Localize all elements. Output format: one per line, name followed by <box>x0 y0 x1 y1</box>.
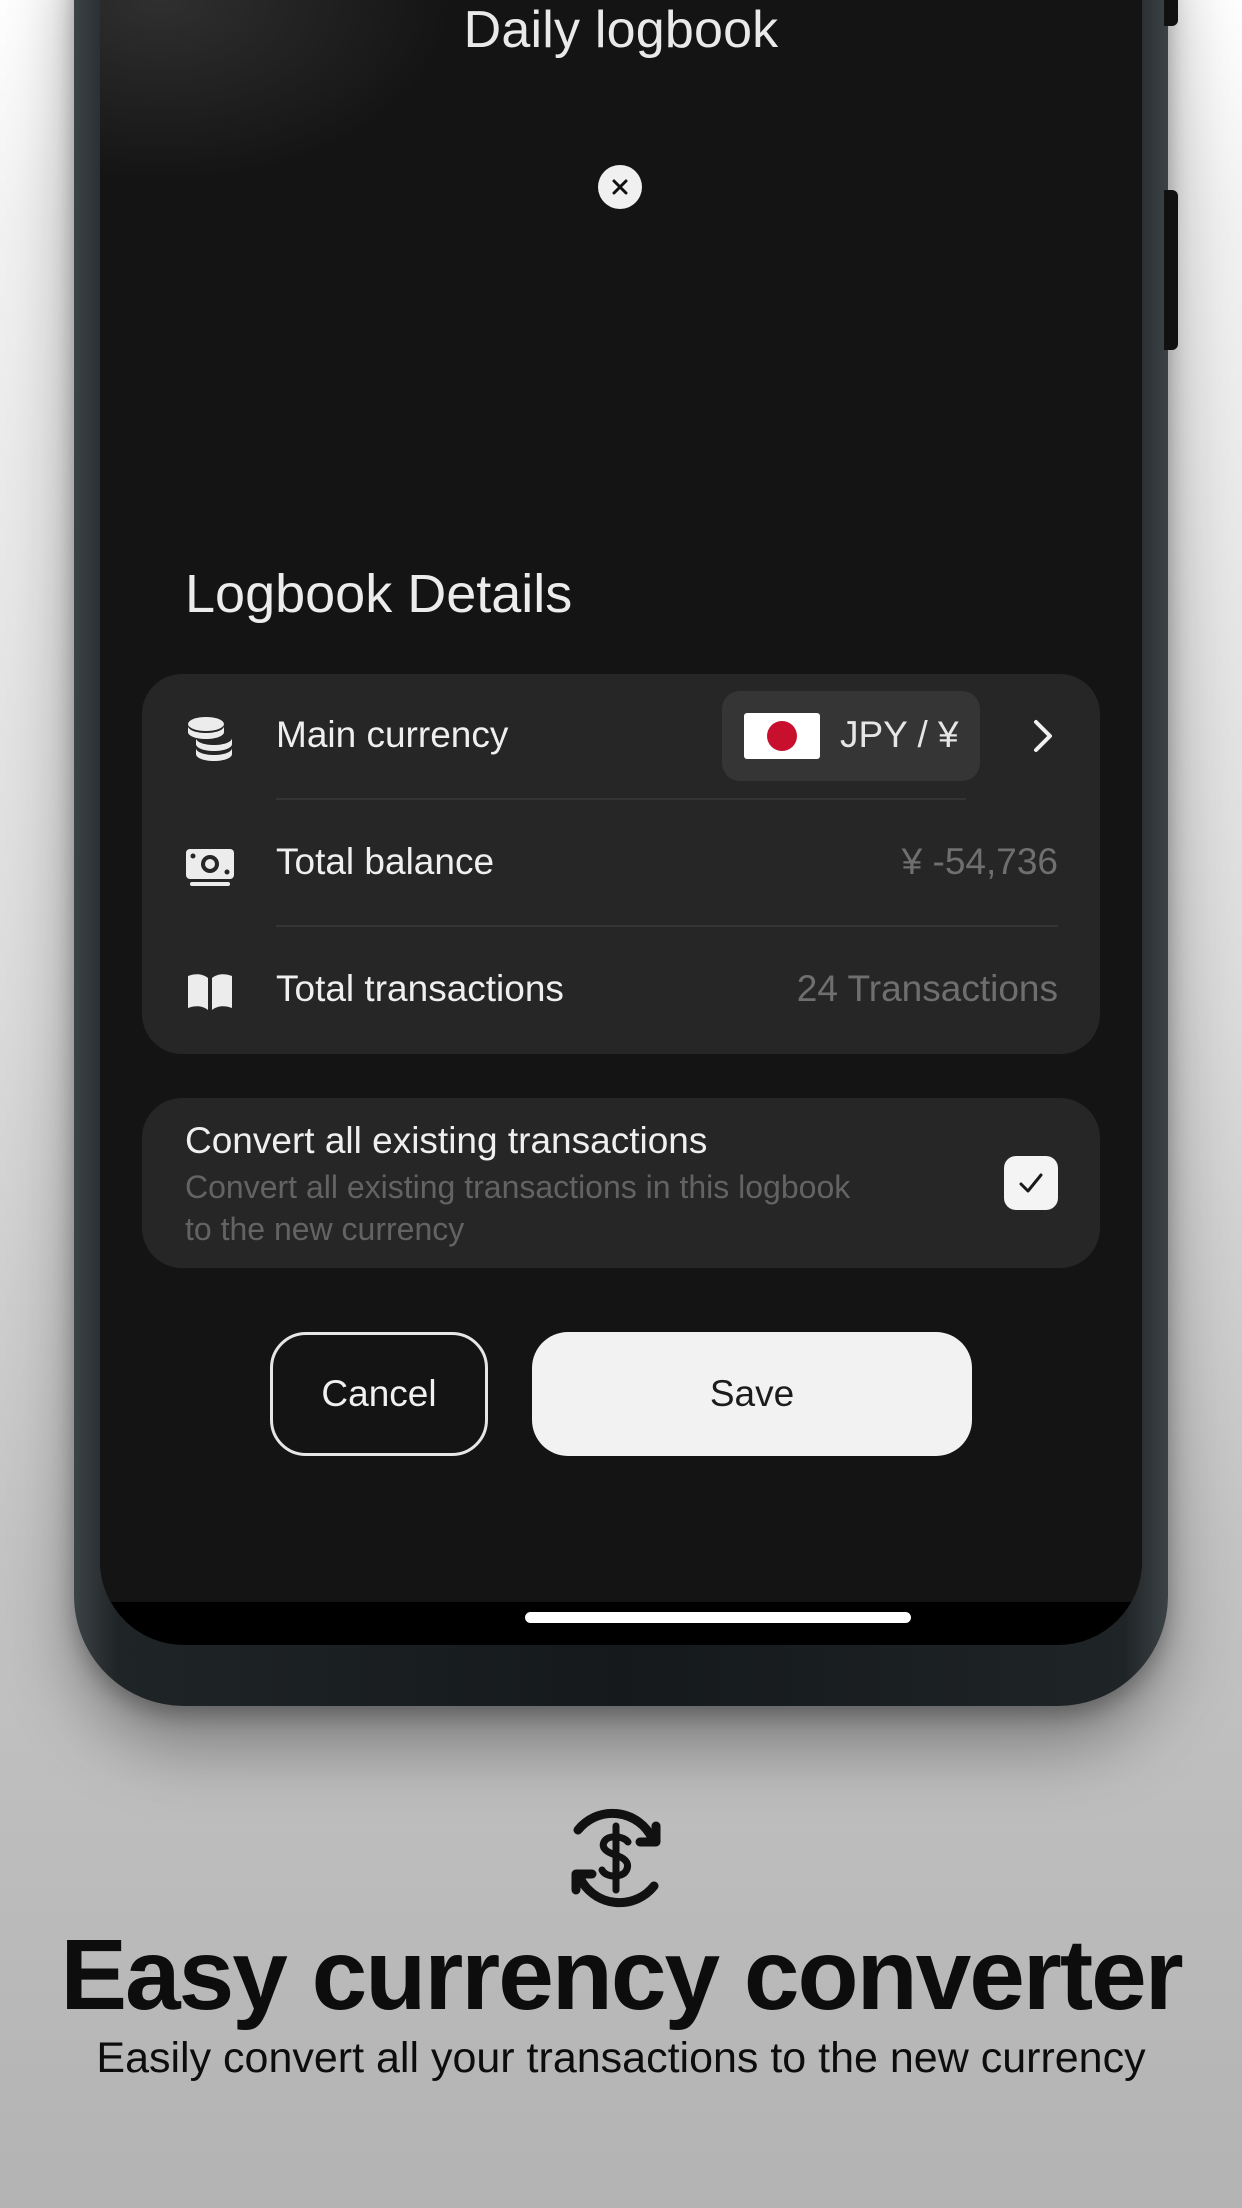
main-currency-row[interactable]: Main currency JPY / ¥ <box>142 674 1100 800</box>
currency-code: JPY / ¥ <box>840 714 959 755</box>
divider <box>276 925 1058 927</box>
promo-subtitle: Easily convert all your transactions to … <box>96 2034 1146 2082</box>
phone-screen: Daily logbook Logbook Details Main curre… <box>100 0 1142 1645</box>
convert-description: Convert all existing transactions in thi… <box>185 1169 851 1247</box>
book-icon <box>188 974 232 1010</box>
phone-side-button <box>1164 0 1178 26</box>
home-indicator <box>525 1612 911 1623</box>
logbook-details-card: Main currency JPY / ¥ Total balance ¥ -5… <box>142 674 1100 1054</box>
promo-headline: Easy currency converter <box>60 1919 1183 2031</box>
sheet-title: Daily logbook <box>463 1 779 59</box>
section-title: Logbook Details <box>185 564 573 624</box>
total-transactions-label: Total transactions <box>276 968 564 1009</box>
convert-transactions-card[interactable]: Convert all existing transactions Conver… <box>142 1098 1100 1268</box>
main-currency-label: Main currency <box>276 714 509 755</box>
close-icon <box>612 179 628 195</box>
coins-icon <box>188 717 232 761</box>
sheet-content: Daily logbook Logbook Details Main curre… <box>100 0 1142 1602</box>
japan-flag-icon <box>744 713 820 759</box>
phone-volume-button <box>1164 190 1178 350</box>
cancel-button[interactable]: Cancel <box>270 1332 488 1456</box>
total-balance-row: Total balance ¥ -54,736 <box>142 801 1100 927</box>
currency-selector[interactable]: JPY / ¥ <box>722 691 980 781</box>
total-transactions-row: Total transactions 24 Transactions <box>142 928 1100 1054</box>
total-transactions-value: 24 Transactions <box>796 968 1058 1009</box>
banknote-icon <box>186 849 234 886</box>
convert-title: Convert all existing transactions <box>185 1120 708 1161</box>
total-balance-value: ¥ -54,736 <box>901 841 1058 882</box>
total-balance-label: Total balance <box>276 841 495 882</box>
currency-exchange-icon <box>571 1808 661 1908</box>
close-button[interactable] <box>598 165 642 209</box>
chevron-right-icon[interactable] <box>1022 716 1062 756</box>
divider <box>276 798 966 800</box>
convert-checkbox[interactable] <box>1004 1156 1058 1210</box>
checkmark-icon <box>1019 1173 1043 1193</box>
save-button[interactable]: Save <box>532 1332 972 1456</box>
phone-frame: Daily logbook Logbook Details Main curre… <box>74 0 1178 1706</box>
